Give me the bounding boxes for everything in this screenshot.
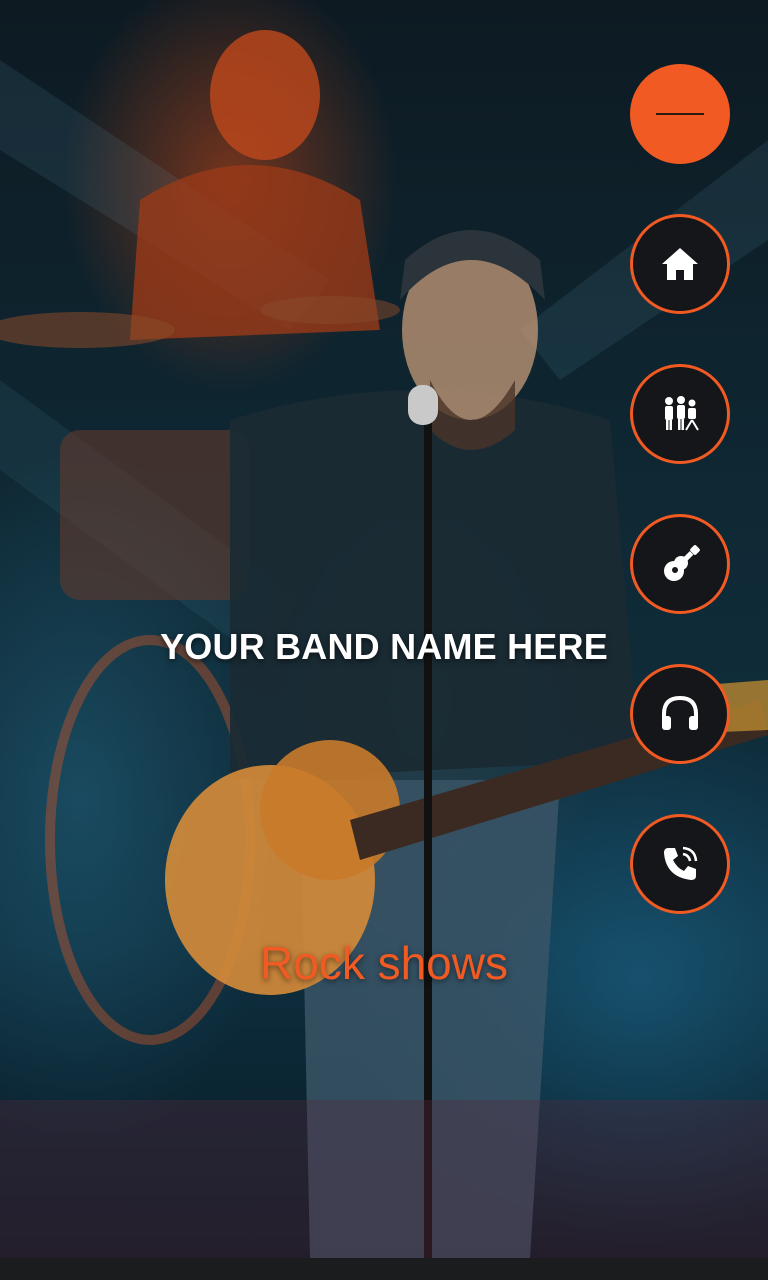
phone-icon xyxy=(664,846,698,880)
nav-home-button[interactable] xyxy=(630,214,730,314)
hamburger-icon xyxy=(656,113,704,115)
headphones-icon xyxy=(662,695,698,730)
menu-toggle-button[interactable] xyxy=(630,64,730,164)
band-icon xyxy=(665,396,699,431)
home-icon xyxy=(662,248,698,280)
nav-music-button[interactable] xyxy=(630,514,730,614)
tagline: Rock shows xyxy=(260,937,508,989)
guitar-icon xyxy=(664,545,700,581)
nav-band-button[interactable] xyxy=(630,364,730,464)
band-name-title: YOUR BAND NAME HERE xyxy=(160,626,608,667)
nav-listen-button[interactable] xyxy=(630,664,730,764)
bottom-bar xyxy=(0,1258,768,1280)
nav-contact-button[interactable] xyxy=(630,814,730,914)
